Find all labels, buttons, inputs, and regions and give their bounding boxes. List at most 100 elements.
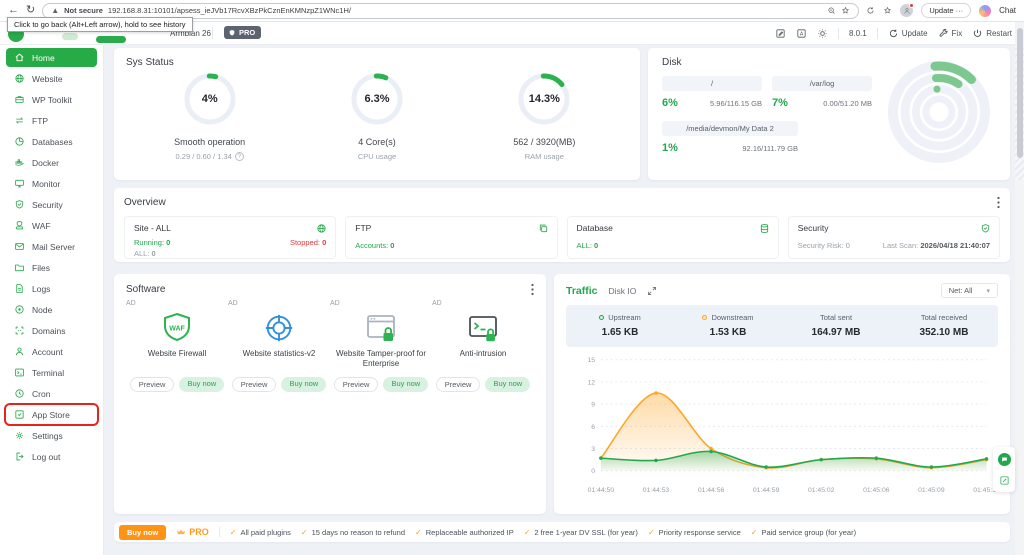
app-store-icon [14, 409, 25, 420]
buy-now-button[interactable]: Buy now [119, 525, 166, 540]
language-icon[interactable] [796, 28, 807, 39]
tab-traffic[interactable]: Traffic [566, 285, 598, 297]
favorites-icon[interactable] [883, 6, 892, 15]
back-button[interactable]: ← [8, 5, 19, 16]
chevron-down-icon: ▾ [986, 287, 990, 295]
buy-now-button[interactable]: Buy now [281, 377, 326, 392]
downstream-area [601, 393, 987, 471]
y-tick-label: 3 [591, 446, 595, 453]
theme-sun-icon[interactable] [817, 28, 828, 39]
zoom-out-icon[interactable] [827, 6, 836, 15]
sidebar-item-logs[interactable]: Logs [6, 279, 97, 298]
profile-avatar[interactable] [900, 4, 913, 17]
ad-label: AD [228, 300, 238, 307]
sidebar-item-mail-server[interactable]: Mail Server [6, 237, 97, 256]
docker-icon [14, 157, 25, 168]
x-tick-label: 01:44:59 [753, 487, 780, 494]
mount-usage: 0.00/51.20 MB [823, 99, 872, 108]
preview-button[interactable]: Preview [130, 377, 175, 392]
svg-text:WAF: WAF [169, 326, 185, 333]
buy-now-button[interactable]: Buy now [485, 377, 530, 392]
database-tile-title: Database [577, 223, 769, 233]
globe-icon [14, 73, 25, 84]
pro-badge[interactable]: PRO [224, 26, 261, 39]
sidebar-item-cron[interactable]: Cron [6, 384, 97, 403]
database-all: ALL: 0 [577, 241, 599, 250]
overview-ftp-tile[interactable]: FTP Accounts: 0 [345, 216, 557, 259]
not-secure-label: Not secure [64, 6, 103, 15]
divider [219, 527, 220, 537]
y-tick-label: 9 [591, 402, 595, 409]
sidebar-item-node[interactable]: Node [6, 300, 97, 319]
shield-check-icon [980, 223, 991, 234]
divider [877, 28, 878, 39]
sidebar-item-wp-toolkit[interactable]: WP Toolkit [6, 90, 97, 109]
edit-note-icon[interactable] [775, 28, 786, 39]
page-scrollbar[interactable] [1015, 22, 1024, 555]
preview-button[interactable]: Preview [436, 377, 481, 392]
mount-percent: 7% [772, 97, 788, 109]
preview-button[interactable]: Preview [334, 377, 379, 392]
sidebar-item-website[interactable]: Website [6, 69, 97, 88]
fix-button[interactable]: Fix [938, 28, 963, 39]
update-button[interactable]: Update [888, 28, 928, 39]
overview-menu-icon[interactable] [997, 196, 1000, 209]
tab-disk-io[interactable]: Disk IO [609, 286, 637, 296]
brackets-icon [14, 325, 25, 336]
sidebar-item-security[interactable]: Security [6, 195, 97, 214]
net-select-dropdown[interactable]: Net: All▾ [941, 283, 998, 298]
waf-icon [14, 220, 25, 231]
sidebar-item-account[interactable]: Account [6, 342, 97, 361]
sidebar-item-home[interactable]: Home [6, 48, 97, 67]
feature-item: ✓Replaceable authorized IP [415, 528, 514, 537]
check-icon: ✓ [415, 528, 422, 537]
history-icon[interactable] [866, 6, 875, 15]
sidebar-item-terminal[interactable]: Terminal [6, 363, 97, 382]
sidebar-item-settings[interactable]: Settings [6, 426, 97, 445]
scrollbar-thumb[interactable] [1017, 28, 1023, 158]
help-icon[interactable]: ? [235, 152, 244, 161]
expand-icon[interactable] [647, 286, 657, 296]
bookmark-star-icon[interactable] [841, 6, 850, 15]
reload-button[interactable]: ↻ [26, 5, 35, 16]
sidebar-item-app-store[interactable]: App Store [6, 405, 97, 424]
overview-site-tile[interactable]: Site - ALL Running: 0Stopped: 0 ALL: 0 [124, 216, 336, 259]
overview-security-tile[interactable]: Security Security Risk: 0Last Scan: 2026… [788, 216, 1000, 259]
sidebar-item-docker[interactable]: Docker [6, 153, 97, 172]
disk-card: Disk / 6%5.96/116.15 GB /var/log 7%0.00/… [648, 48, 1010, 180]
sidebar-item-ftp[interactable]: FTP [6, 111, 97, 130]
chat-button[interactable]: Chat [999, 6, 1016, 15]
chat-bubble-icon [1001, 456, 1008, 463]
disk-mount-varlog: /var/log 7%0.00/51.20 MB [772, 76, 872, 109]
ad-label: AD [432, 300, 442, 307]
ram-gauge: 14.3% 562 / 3920(MB) RAM usage [461, 72, 628, 161]
sidebar-item-waf[interactable]: WAF [6, 216, 97, 235]
security-risk: Security Risk: 0 [798, 241, 850, 250]
overview-database-tile[interactable]: Database ALL: 0 [567, 216, 779, 259]
y-tick-label: 12 [587, 379, 595, 386]
feedback-edit-button[interactable] [999, 475, 1010, 486]
buy-now-button[interactable]: Buy now [383, 377, 428, 392]
browser-update-button[interactable]: Update ··· [921, 3, 971, 18]
shield-check-icon [14, 199, 25, 210]
upstream-dot [599, 315, 604, 320]
software-menu-icon[interactable] [531, 283, 534, 296]
check-icon: ✓ [751, 528, 758, 537]
restart-power-icon [972, 28, 983, 39]
sidebar-item-monitor[interactable]: Monitor [6, 174, 97, 193]
ftp-tile-title: FTP [355, 223, 547, 233]
buy-now-button[interactable]: Buy now [179, 377, 224, 392]
sidebar-item-log-out[interactable]: Log out [6, 447, 97, 466]
sidebar-item-domains[interactable]: Domains [6, 321, 97, 340]
restart-button[interactable]: Restart [972, 28, 1012, 39]
sidebar-item-files[interactable]: Files [6, 258, 97, 277]
support-chat-button[interactable] [998, 453, 1011, 466]
ftp-accounts: Accounts: 0 [355, 241, 394, 250]
preview-button[interactable]: Preview [232, 377, 277, 392]
sidebar-item-databases[interactable]: Databases [6, 132, 97, 151]
x-tick-label: 01:44:53 [643, 487, 670, 494]
upstream-point [654, 459, 658, 463]
disk-mount-media: /media/devmon/My Data 2 1%92.16/111.79 G… [662, 121, 798, 154]
check-icon: ✓ [230, 528, 237, 537]
copilot-icon[interactable] [979, 5, 991, 17]
